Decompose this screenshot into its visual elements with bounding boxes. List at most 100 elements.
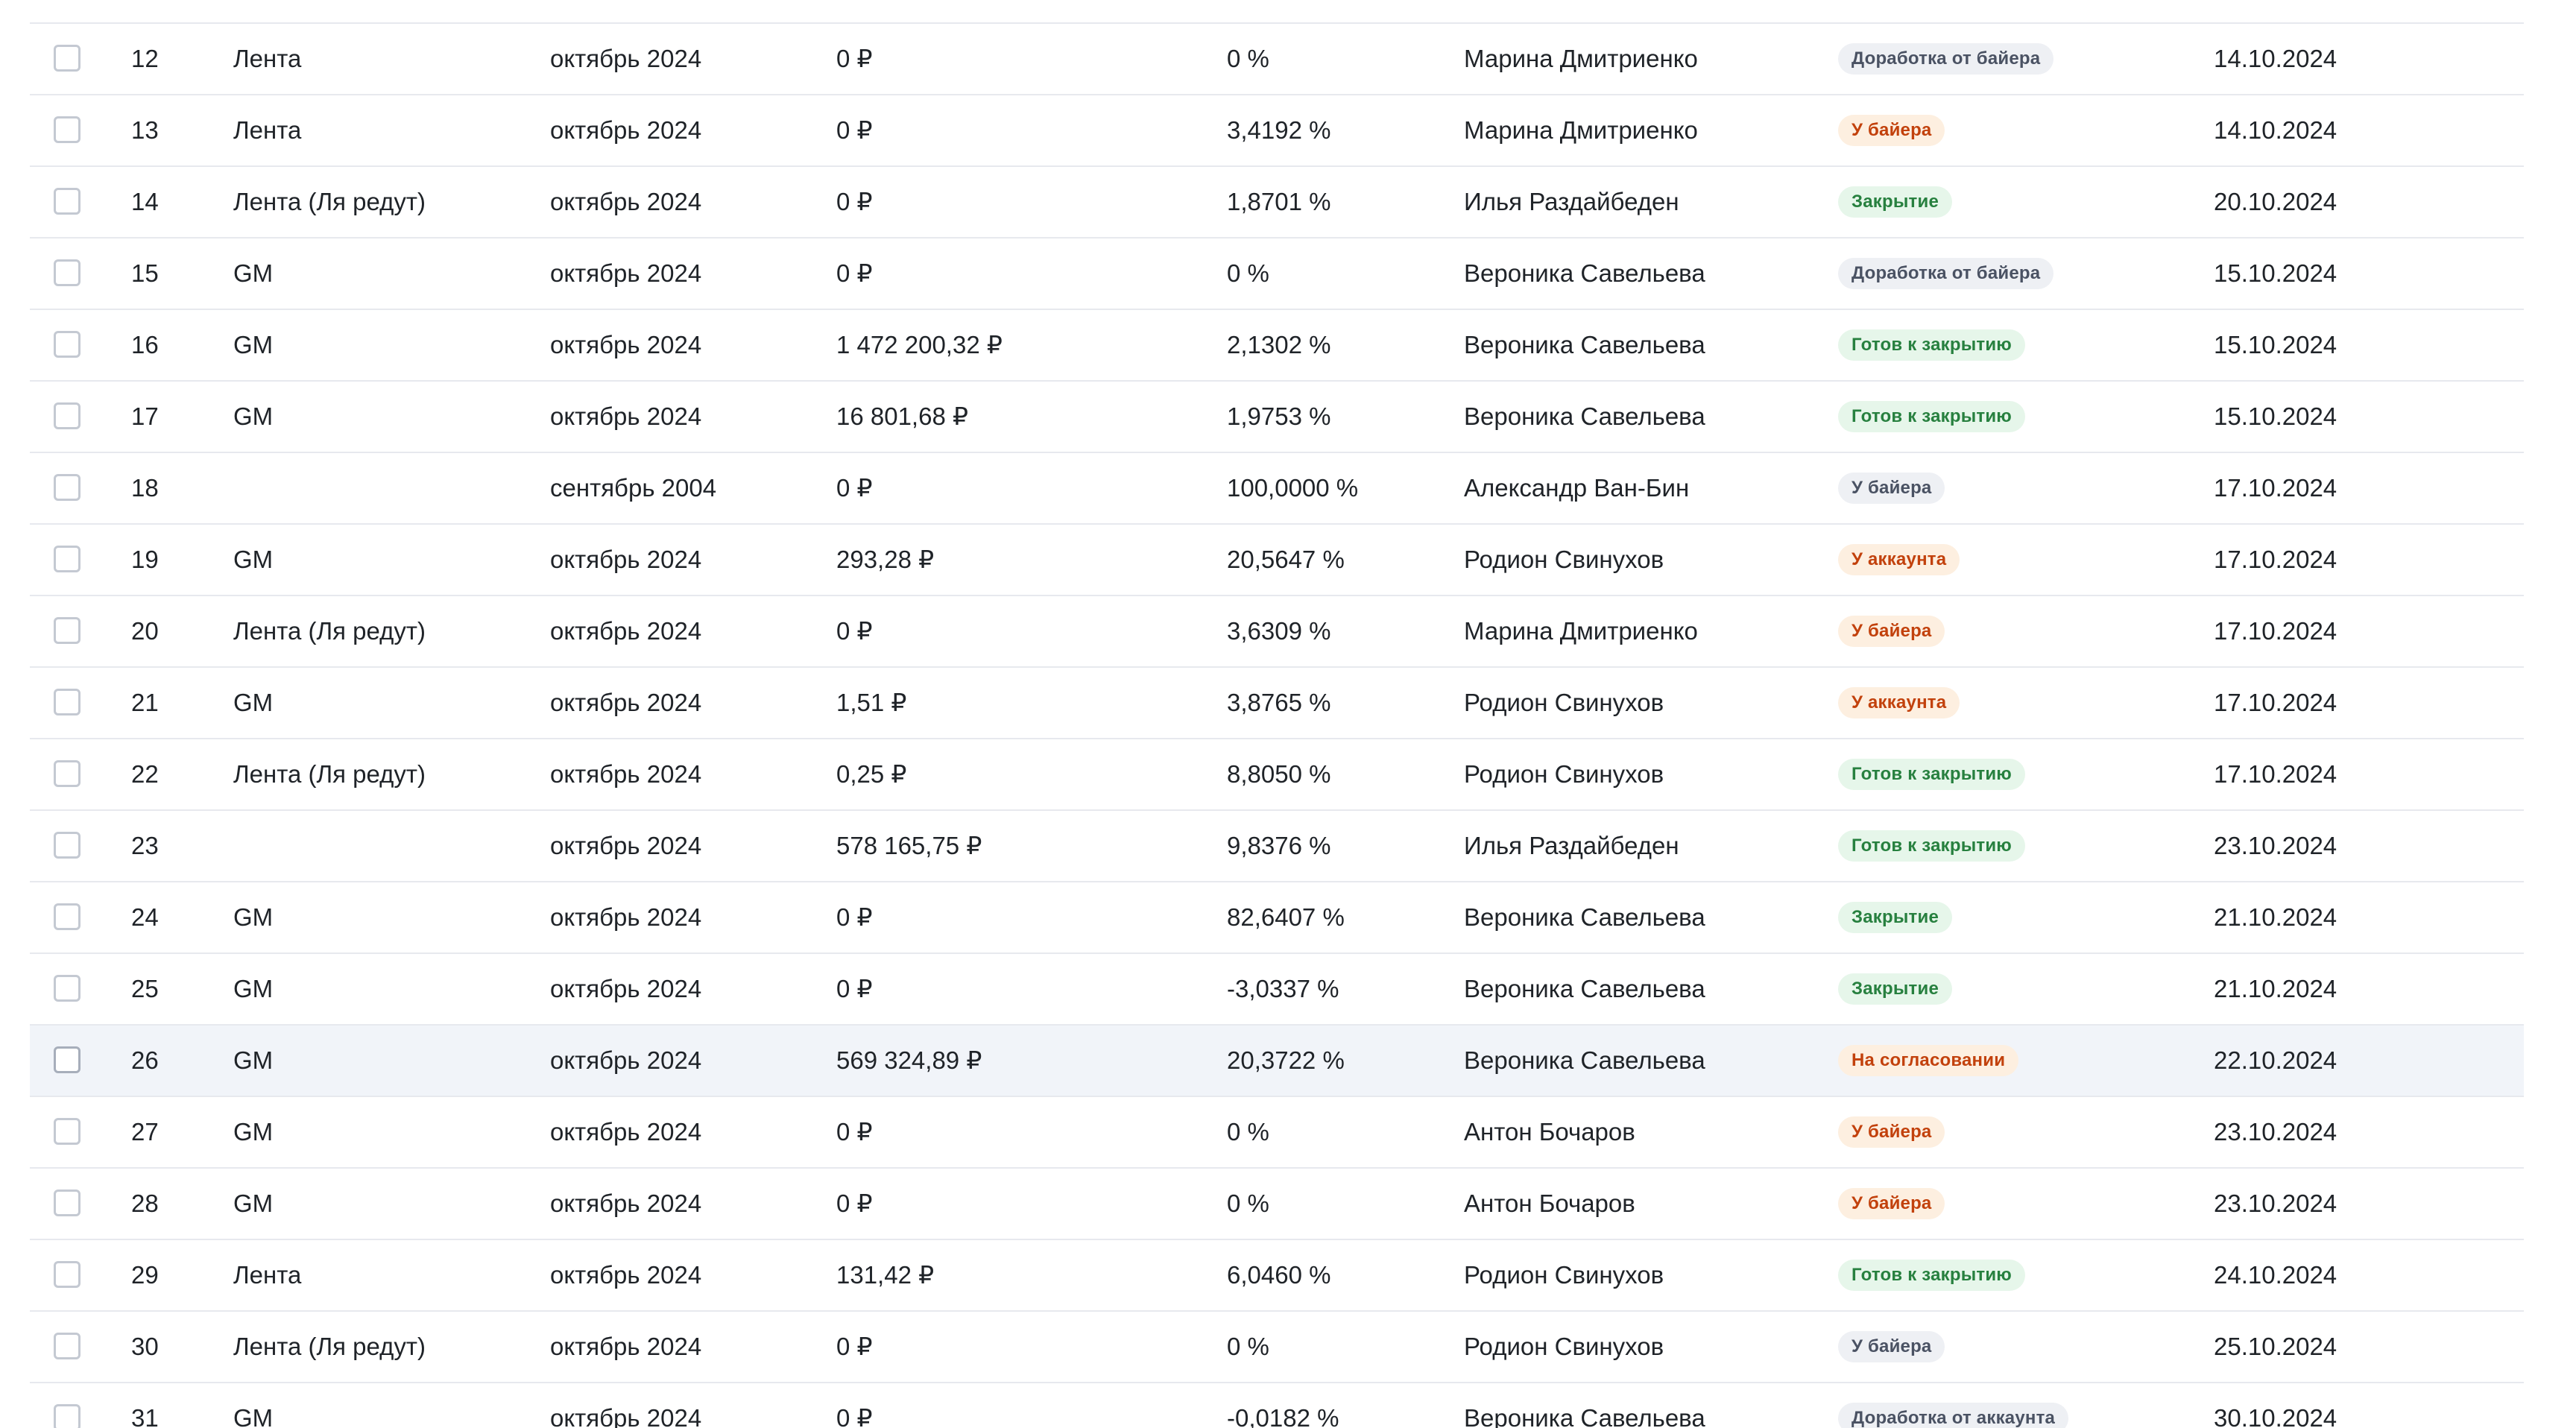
row-period: октябрь 2024 <box>550 1190 702 1217</box>
row-period: октябрь 2024 <box>550 1333 702 1360</box>
row-select-checkbox[interactable] <box>54 188 80 215</box>
status-badge: У байера <box>1838 1188 1945 1219</box>
row-client: Лента (Ля редут) <box>233 188 426 215</box>
table-row[interactable]: 19 GM октябрь 2024 293,28 ₽ 20,5647 % Родион … <box>30 525 2524 596</box>
row-responsible: Родион Свинухов <box>1464 1333 1664 1360</box>
row-client: Лента (Ля редут) <box>233 617 426 645</box>
row-number: 20 <box>131 617 159 645</box>
row-period: октябрь 2024 <box>550 903 702 931</box>
row-date: 17.10.2024 <box>2214 474 2337 502</box>
table-row[interactable]: 30 Лента (Ля редут) октябрь 2024 0 ₽ 0 % Роди… <box>30 1312 2524 1383</box>
row-select-checkbox[interactable] <box>54 903 80 930</box>
row-amount: 0 ₽ <box>836 116 873 144</box>
row-amount: 0 ₽ <box>836 45 873 72</box>
row-responsible: Вероника Савельева <box>1464 331 1705 358</box>
row-date: 30.10.2024 <box>2214 1404 2337 1428</box>
row-select-checkbox[interactable] <box>54 259 80 286</box>
table-row[interactable]: 29 Лента октябрь 2024 131,42 ₽ 6,0460 % Родио… <box>30 1240 2524 1312</box>
row-select-checkbox[interactable] <box>54 116 80 143</box>
row-percent: 0 % <box>1227 259 1269 287</box>
table-row[interactable]: 28 GM октябрь 2024 0 ₽ 0 % Антон Бочаров 23.10… <box>30 1169 2524 1240</box>
row-percent: 3,8765 % <box>1227 689 1331 716</box>
status-badge: Доработка от байера <box>1838 43 2054 75</box>
row-select-checkbox[interactable] <box>54 689 80 715</box>
row-date: 15.10.2024 <box>2214 402 2337 430</box>
row-select-checkbox[interactable] <box>54 1261 80 1288</box>
table-row[interactable]: 21 GM октябрь 2024 1,51 ₽ 3,8765 % Родион Сви… <box>30 668 2524 739</box>
row-period: октябрь 2024 <box>550 546 702 573</box>
row-client: GM <box>233 903 274 931</box>
row-number: 11 <box>131 0 157 22</box>
table-row[interactable]: 14 Лента (Ля редут) октябрь 2024 0 ₽ 1,8701 … <box>30 167 2524 238</box>
row-select-checkbox[interactable] <box>54 331 80 358</box>
row-number: 23 <box>131 832 159 859</box>
table-row[interactable]: 20 Лента (Ля редут) октябрь 2024 0 ₽ 3,6309 … <box>30 596 2524 668</box>
row-date: 15.10.2024 <box>2214 331 2337 358</box>
row-select-checkbox[interactable] <box>54 402 80 429</box>
row-select-checkbox[interactable] <box>54 45 80 72</box>
table-row[interactable]: 13 Лента октябрь 2024 0 ₽ 3,4192 % Марина Дми… <box>30 95 2524 167</box>
row-select-checkbox[interactable] <box>54 474 80 501</box>
vertical-scrollbar-track[interactable] <box>2548 0 2576 1428</box>
row-responsible: Вероника Савельева <box>1464 259 1705 287</box>
row-amount: 0 ₽ <box>836 259 873 287</box>
row-amount: 0 ₽ <box>836 1118 873 1146</box>
table-row[interactable]: 25 GM октябрь 2024 0 ₽ -3,0337 % Вероника Сав… <box>30 954 2524 1026</box>
table-viewport: 11 12 Лента октябрь 2024 0 ₽ 0 % Марина Дмитри… <box>0 0 2576 1428</box>
table-row[interactable]: 15 GM октябрь 2024 0 ₽ 0 % Вероника Савельева… <box>30 238 2524 310</box>
row-select-checkbox[interactable] <box>54 1333 80 1359</box>
row-percent: -3,0337 % <box>1227 975 1339 1002</box>
row-amount: 0 ₽ <box>836 1333 873 1360</box>
table-row[interactable]: 11 <box>30 0 2524 24</box>
row-percent: 2,1302 % <box>1227 331 1331 358</box>
status-badge: У байера <box>1838 115 1945 146</box>
table-row[interactable]: 27 GM октябрь 2024 0 ₽ 0 % Антон Бочаров 23.10… <box>30 1097 2524 1169</box>
table-row[interactable]: 22 Лента (Ля редут) октябрь 2024 0,25 ₽ 8,80… <box>30 739 2524 811</box>
row-client: GM <box>233 331 274 358</box>
table-row[interactable]: 24 GM октябрь 2024 0 ₽ 82,6407 % Вероника Сав… <box>30 882 2524 954</box>
row-number: 21 <box>131 689 159 716</box>
orders-table: 11 12 Лента октябрь 2024 0 ₽ 0 % Марина Дмитри… <box>30 0 2524 1428</box>
status-badge: У байера <box>1838 1331 1945 1362</box>
row-responsible: Илья Раздайбеден <box>1464 832 1679 859</box>
table-row[interactable]: 23 октябрь 2024 578 165,75 ₽ 9,8376 % Илья Р… <box>30 811 2524 882</box>
row-select-checkbox[interactable] <box>54 760 80 787</box>
row-client: GM <box>233 402 274 430</box>
row-amount: 0 ₽ <box>836 188 873 215</box>
row-amount: 293,28 ₽ <box>836 546 935 573</box>
status-badge: Доработка от аккаунта <box>1838 1403 2069 1428</box>
row-select-checkbox[interactable] <box>54 1404 80 1428</box>
status-badge: У аккаунта <box>1838 544 1960 575</box>
row-select-checkbox[interactable] <box>54 1046 80 1073</box>
row-client: Лента <box>233 45 302 72</box>
row-amount: 1 472 200,32 ₽ <box>836 331 1003 358</box>
status-badge: Закрытие <box>1838 186 1953 218</box>
table-row[interactable]: 31 GM октябрь 2024 0 ₽ -0,0182 % Вероника Сав… <box>30 1383 2524 1428</box>
row-select-checkbox[interactable] <box>54 1118 80 1145</box>
table-row[interactable]: 26 GM октябрь 2024 569 324,89 ₽ 20,3722 % Вер… <box>30 1026 2524 1097</box>
row-client: GM <box>233 1190 274 1217</box>
row-period: октябрь 2024 <box>550 975 702 1002</box>
row-percent: 6,0460 % <box>1227 1261 1331 1289</box>
row-number: 22 <box>131 760 159 788</box>
table-row[interactable]: 16 GM октябрь 2024 1 472 200,32 ₽ 2,1302 % Ве… <box>30 310 2524 382</box>
row-select-checkbox[interactable] <box>54 617 80 644</box>
row-amount: 578 165,75 ₽ <box>836 832 982 859</box>
row-select-checkbox[interactable] <box>54 975 80 1002</box>
row-amount: 569 324,89 ₽ <box>836 1046 982 1074</box>
row-percent: 0 % <box>1227 1333 1269 1360</box>
row-select-checkbox[interactable] <box>54 1190 80 1216</box>
row-select-checkbox[interactable] <box>54 546 80 572</box>
row-responsible: Вероника Савельева <box>1464 402 1705 430</box>
row-responsible: Родион Свинухов <box>1464 546 1664 573</box>
row-number: 30 <box>131 1333 159 1360</box>
row-select-checkbox[interactable] <box>54 832 80 859</box>
table-row[interactable]: 18 сентябрь 2004 0 ₽ 100,0000 % Александр Ва… <box>30 453 2524 525</box>
table-row[interactable]: 17 GM октябрь 2024 16 801,68 ₽ 1,9753 % Верон… <box>30 382 2524 453</box>
row-responsible: Родион Свинухов <box>1464 689 1664 716</box>
table-row[interactable]: 12 Лента октябрь 2024 0 ₽ 0 % Марина Дмитриен… <box>30 24 2524 95</box>
row-percent: 1,8701 % <box>1227 188 1331 215</box>
row-date: 24.10.2024 <box>2214 1261 2337 1289</box>
status-badge: Готов к закрытию <box>1838 329 2026 361</box>
row-responsible: Вероника Савельева <box>1464 1046 1705 1074</box>
